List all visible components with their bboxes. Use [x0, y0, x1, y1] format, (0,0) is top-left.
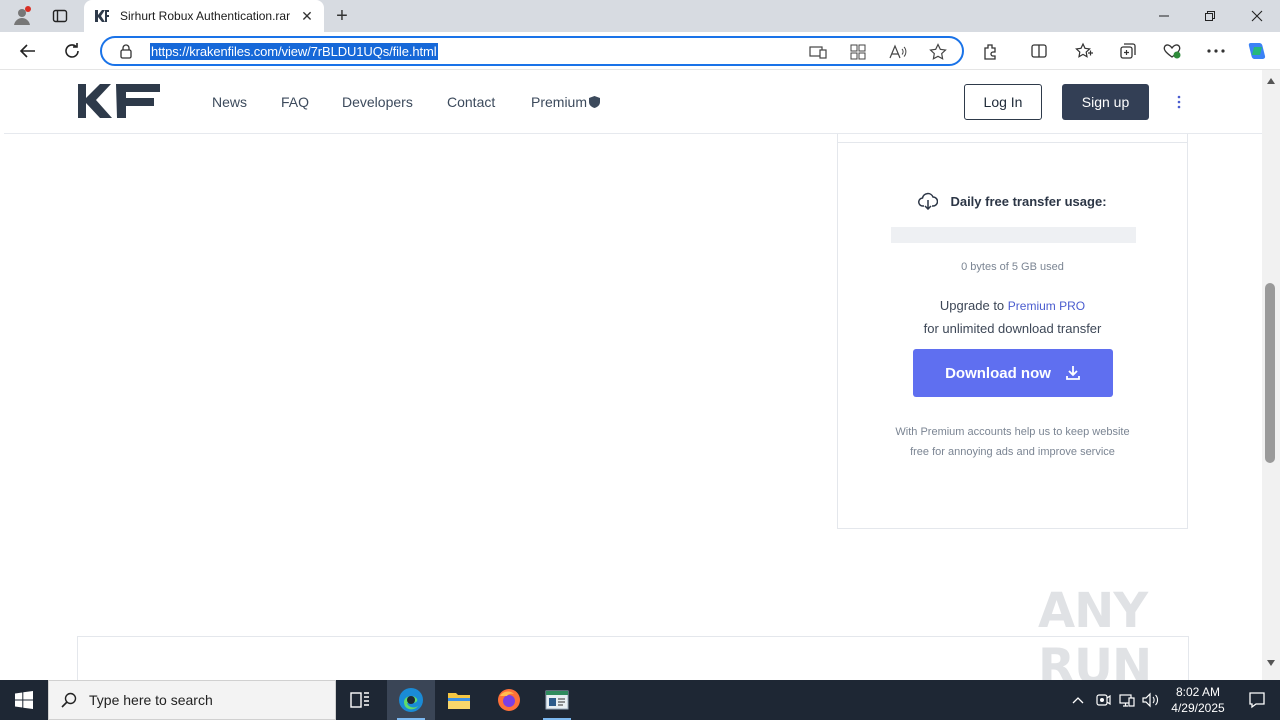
nav-premium[interactable]: Premium: [531, 94, 601, 110]
url-text[interactable]: https://krakenfiles.com/view/7rBLDU1UQs/…: [150, 43, 438, 60]
workspaces-icon[interactable]: [46, 4, 74, 28]
taskbar-search-placeholder: Type here to search: [89, 692, 213, 708]
browser-toolbar: https://krakenfiles.com/view/7rBLDU1UQs/…: [0, 32, 1280, 70]
edge-icon: [399, 688, 423, 712]
taskbar-edge[interactable]: [387, 680, 435, 720]
krakenfiles-favicon-icon: [95, 10, 109, 22]
favorite-star-icon[interactable]: [928, 43, 948, 61]
extensions-icon[interactable]: [980, 40, 1002, 62]
tab-title: Sirhurt Robux Authentication.rar: [120, 9, 291, 23]
usage-title: Daily free transfer usage:: [950, 193, 1107, 209]
split-screen-toolbar-icon[interactable]: [1028, 40, 1050, 62]
scroll-down-arrow-icon[interactable]: [1264, 656, 1278, 670]
watermark-text: ANY RUN: [1038, 583, 1152, 680]
anyrun-watermark: ANY RUN: [1038, 583, 1262, 680]
upgrade-prefix: Upgrade to: [939, 298, 1005, 313]
folder-icon: [448, 693, 470, 709]
copilot-icon[interactable]: [1246, 40, 1268, 62]
shield-icon: [589, 96, 601, 108]
restore-button[interactable]: [1187, 0, 1233, 32]
start-button[interactable]: [0, 680, 48, 720]
windows-taskbar: Type here to search 8:02 AM 4/29/2025: [0, 680, 1280, 720]
signup-button[interactable]: Sign up: [1062, 84, 1149, 120]
windows-logo-icon: [15, 691, 33, 709]
app-available-icon[interactable]: [808, 43, 828, 61]
browser-essentials-icon[interactable]: [1161, 40, 1183, 62]
usage-header: Daily free transfer usage:: [838, 192, 1187, 210]
taskbar-firefox[interactable]: [485, 680, 533, 720]
meet-now-icon[interactable]: [1093, 690, 1113, 710]
split-screen-icon[interactable]: [848, 43, 868, 61]
scrollbar-thumb[interactable]: [1265, 283, 1275, 463]
more-menu-icon[interactable]: [1172, 92, 1186, 112]
premium-pro-link[interactable]: Premium PRO: [1008, 299, 1085, 313]
browser-tab-active[interactable]: Sirhurt Robux Authentication.rar ✕: [84, 0, 324, 32]
show-hidden-icons-chevron-icon[interactable]: [1068, 690, 1088, 710]
task-view-button[interactable]: [336, 680, 384, 720]
taskbar-file-explorer[interactable]: [435, 680, 483, 720]
download-card: Daily free transfer usage: 0 bytes of 5 …: [837, 134, 1188, 529]
download-now-button[interactable]: Download now: [913, 349, 1113, 397]
nav-premium-label: Premium: [531, 94, 588, 110]
new-tab-button[interactable]: +: [330, 4, 354, 28]
address-bar[interactable]: https://krakenfiles.com/view/7rBLDU1UQs/…: [100, 36, 964, 66]
window-app-icon: [545, 690, 569, 710]
upgrade-line-2: for unlimited download transfer: [923, 321, 1102, 336]
profile-avatar-icon[interactable]: [8, 4, 36, 28]
search-icon: [49, 692, 89, 708]
krakenfiles-logo[interactable]: [78, 84, 160, 118]
content-box: [77, 636, 1189, 680]
read-aloud-icon[interactable]: [888, 43, 908, 61]
minimize-button[interactable]: [1141, 0, 1187, 32]
clock-date: 4/29/2025: [1171, 701, 1225, 715]
back-button[interactable]: [14, 38, 42, 64]
taskbar-app-window[interactable]: [533, 680, 581, 720]
nav-contact[interactable]: Contact: [447, 94, 495, 110]
tab-close-icon[interactable]: ✕: [298, 7, 316, 25]
clock-time: 8:02 AM: [1175, 685, 1221, 699]
volume-icon[interactable]: [1141, 690, 1161, 710]
usage-text: 0 bytes of 5 GB used: [961, 261, 1064, 273]
cloud-download-icon: [918, 192, 939, 210]
taskbar-clock[interactable]: 8:02 AM 4/29/2025: [1162, 684, 1234, 716]
nav-faq[interactable]: FAQ: [281, 94, 309, 110]
upgrade-line-1: Upgrade to Premium PRO: [838, 298, 1187, 313]
close-window-button[interactable]: [1234, 0, 1280, 32]
nav-developers[interactable]: Developers: [342, 94, 413, 110]
refresh-button[interactable]: [58, 38, 86, 64]
notification-center-icon[interactable]: [1234, 680, 1280, 720]
page-viewport: News FAQ Developers Contact Premium Log …: [0, 70, 1262, 680]
taskbar-search-box[interactable]: Type here to search: [48, 680, 336, 720]
card-divider: [838, 142, 1187, 143]
download-icon: [1066, 366, 1080, 380]
usage-progress-bar: [891, 227, 1136, 243]
login-button[interactable]: Log In: [964, 84, 1042, 120]
site-header: News FAQ Developers Contact Premium Log …: [4, 70, 1262, 134]
scroll-up-arrow-icon[interactable]: [1264, 74, 1278, 88]
favorites-icon[interactable]: [1073, 40, 1095, 62]
task-view-icon: [350, 692, 369, 708]
collections-icon[interactable]: [1117, 40, 1139, 62]
premium-note: With Premium accounts help us to keep we…: [895, 426, 1130, 458]
download-now-label: Download now: [945, 364, 1051, 382]
nav-news[interactable]: News: [212, 94, 247, 110]
firefox-icon: [498, 689, 520, 711]
settings-more-icon[interactable]: [1205, 40, 1227, 62]
browser-tab-strip: Sirhurt Robux Authentication.rar ✕ +: [0, 0, 1280, 32]
network-icon[interactable]: [1117, 690, 1137, 710]
lock-icon[interactable]: [118, 43, 134, 59]
